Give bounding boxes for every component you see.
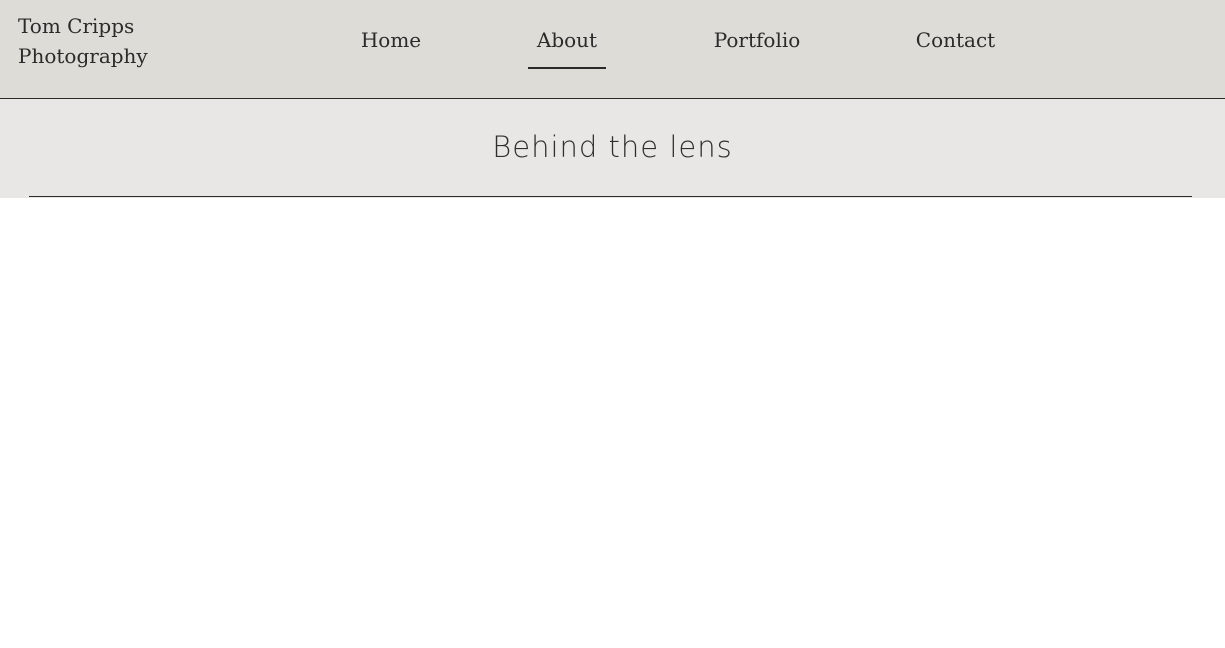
nav-home-link[interactable]: Home bbox=[350, 26, 432, 68]
brand-name-line-1: Tom Cripps bbox=[18, 14, 135, 38]
nav-about-link[interactable]: About bbox=[528, 26, 606, 69]
site-brand[interactable]: Tom Cripps Photography bbox=[18, 11, 178, 71]
nav-portfolio-link[interactable]: Portfolio bbox=[705, 26, 809, 68]
site-header: Tom Cripps Photography Home About Portfo… bbox=[0, 0, 1225, 99]
brand-name-line-2: Photography bbox=[18, 44, 148, 68]
main-navigation: Home About Portfolio Contact bbox=[0, 0, 1225, 98]
hero-section: Behind the lens bbox=[0, 99, 1225, 198]
page-title: Behind the lens bbox=[492, 130, 733, 164]
main-content bbox=[0, 198, 1225, 648]
nav-contact-link[interactable]: Contact bbox=[908, 26, 1003, 68]
hero-divider bbox=[29, 196, 1192, 197]
